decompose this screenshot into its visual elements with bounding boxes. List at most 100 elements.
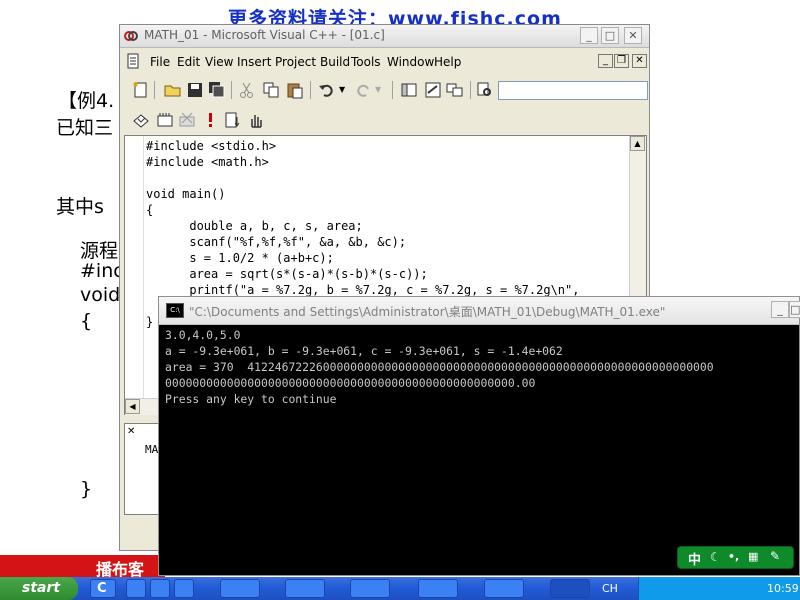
console-icon: C:\ xyxy=(166,303,184,318)
console-output[interactable]: 3.0,4.0,5.0 a = -9.3e+061, b = -9.3e+061… xyxy=(165,327,714,407)
menu-window[interactable]: Window xyxy=(387,55,434,69)
breakpoint-hand-icon[interactable] xyxy=(247,111,265,129)
toolbar-separator xyxy=(310,81,311,99)
taskbar-console[interactable] xyxy=(550,579,590,598)
vc-menu-bar: File Edit View Insert Project Build Tool… xyxy=(120,50,649,72)
close-button[interactable]: ✕ xyxy=(624,27,642,44)
open-folder-icon[interactable] xyxy=(164,81,182,99)
toolbar-separator xyxy=(392,81,393,99)
console-line: 0000000000000000000000000000000000000000… xyxy=(165,376,536,390)
window-list-icon[interactable] xyxy=(446,81,464,99)
slide-line-void: void xyxy=(80,284,121,306)
slide-line-brace-open: { xyxy=(80,310,93,332)
stop-build-icon[interactable] xyxy=(178,111,196,129)
console-window[interactable]: C:\ "C:\Documents and Settings\Administr… xyxy=(158,296,800,576)
code-line: area = sqrt(s*(s-a)*(s-b)*(s-c)); xyxy=(146,267,428,281)
menu-project[interactable]: Project xyxy=(275,55,316,69)
vc-app-icon xyxy=(124,31,138,41)
taskbar-visual-cpp[interactable] xyxy=(484,579,524,598)
copy-icon[interactable] xyxy=(262,81,280,99)
build-icon[interactable] xyxy=(156,111,174,129)
paste-icon[interactable] xyxy=(286,81,304,99)
console-title: "C:\Documents and Settings\Administrator… xyxy=(189,305,666,319)
code-line: printf("a = %7.2g, b = %7.2g, c = %7.2g,… xyxy=(146,283,580,297)
slide-line-source: 源程 xyxy=(80,240,119,262)
maximize-button[interactable]: □ xyxy=(601,27,619,44)
doc-close-button[interactable]: ✕ xyxy=(632,54,647,68)
toolbar-separator xyxy=(231,81,232,99)
workspace-icon[interactable] xyxy=(400,81,418,99)
console-minimize-button[interactable]: _ xyxy=(771,301,789,318)
keyboard-icon[interactable]: ▦ xyxy=(748,550,758,563)
code-line: s = 1.0/2 * (a+b+c); xyxy=(146,251,334,265)
editor-gutter xyxy=(125,136,144,398)
console-maximize-button[interactable]: □ xyxy=(789,301,800,318)
menu-tools[interactable]: Tools xyxy=(351,55,381,69)
console-line: area = 370 41224672226000000000000000000… xyxy=(165,360,714,374)
console-line: 3.0,4.0,5.0 xyxy=(165,328,241,342)
code-line: } xyxy=(146,315,154,329)
scroll-up-icon[interactable]: ▲ xyxy=(630,136,645,151)
minimize-button[interactable]: _ xyxy=(580,27,598,44)
windows-icon[interactable] xyxy=(174,579,194,598)
save-icon[interactable] xyxy=(186,81,204,99)
taskbar-explorer[interactable] xyxy=(220,579,260,598)
slide-line-example: 【例4. xyxy=(58,90,115,112)
ime-mode-label: 中 xyxy=(688,553,702,568)
output-close-icon[interactable]: ✕ xyxy=(127,426,135,437)
language-indicator[interactable]: CH xyxy=(602,582,618,595)
undo-dropdown-icon[interactable]: ▼ xyxy=(339,85,345,94)
menu-edit[interactable]: Edit xyxy=(177,55,200,69)
taskbar-paint[interactable] xyxy=(418,579,458,598)
output-label: MA xyxy=(145,443,159,456)
execute-icon[interactable] xyxy=(202,111,220,129)
menu-help[interactable]: Help xyxy=(434,55,461,69)
cut-icon[interactable] xyxy=(238,81,256,99)
menu-view[interactable]: View xyxy=(205,55,233,69)
code-line: void main() xyxy=(146,187,226,201)
output-window-icon[interactable] xyxy=(424,81,442,99)
code-line: #include <stdio.h> xyxy=(146,139,277,153)
vc-title: MATH_01 - Microsoft Visual C++ - [01.c] xyxy=(144,28,385,42)
debug-go-icon[interactable] xyxy=(224,111,242,129)
new-file-icon[interactable] xyxy=(132,81,150,99)
slide-line-where: 其中s xyxy=(56,196,104,218)
tool-icon[interactable]: ✎ xyxy=(770,549,780,563)
code-line: { xyxy=(146,203,154,217)
start-button[interactable]: start xyxy=(0,577,78,600)
console-line: Press any key to continue xyxy=(165,392,337,406)
code-line: double a, b, c, s, area; xyxy=(146,219,363,233)
quicklaunch-button[interactable]: C xyxy=(90,579,116,598)
undo-icon[interactable] xyxy=(318,81,336,99)
compile-icon[interactable] xyxy=(132,111,150,129)
find-combo-input[interactable] xyxy=(498,81,648,100)
taskbar-powerpoint[interactable] xyxy=(285,579,325,598)
redo-dropdown-icon[interactable]: ▼ xyxy=(375,85,381,94)
toolbar-separator xyxy=(154,81,155,99)
console-title-bar[interactable]: C:\ "C:\Documents and Settings\Administr… xyxy=(159,297,800,325)
menu-file[interactable]: File xyxy=(150,55,170,69)
doc-restore-button[interactable]: ❐ xyxy=(614,54,629,68)
document-icon xyxy=(127,53,139,69)
moon-icon[interactable]: ☾ xyxy=(710,550,721,564)
slide-line-brace-close: } xyxy=(80,478,93,500)
slide-footer-banner: 播布客 xyxy=(0,555,165,579)
vc-title-bar[interactable]: MATH_01 - Microsoft Visual C++ - [01.c] … xyxy=(120,25,649,48)
redo-icon[interactable] xyxy=(354,81,372,99)
menu-insert[interactable]: Insert xyxy=(237,55,271,69)
quicklaunch-label: C xyxy=(97,581,107,596)
taskbar: start C CH 10:59 xyxy=(0,577,800,600)
scroll-left-icon[interactable]: ◀ xyxy=(125,399,140,414)
ie-icon[interactable] xyxy=(126,579,146,598)
media-icon[interactable] xyxy=(150,579,170,598)
taskbar-notepad[interactable] xyxy=(350,579,390,598)
find-in-files-icon[interactable] xyxy=(476,81,494,99)
system-tray: 10:59 xyxy=(638,577,800,600)
clock[interactable]: 10:59 xyxy=(767,582,799,595)
ime-toolbar[interactable]: 中 ☾ •, ▦ ✎ xyxy=(677,546,794,569)
menu-build[interactable]: Build xyxy=(320,55,350,69)
doc-minimize-button[interactable]: _ xyxy=(598,54,613,68)
save-all-icon[interactable] xyxy=(208,81,226,99)
code-line: #include <math.h> xyxy=(146,155,269,169)
punctuation-icon[interactable]: •, xyxy=(728,550,739,563)
